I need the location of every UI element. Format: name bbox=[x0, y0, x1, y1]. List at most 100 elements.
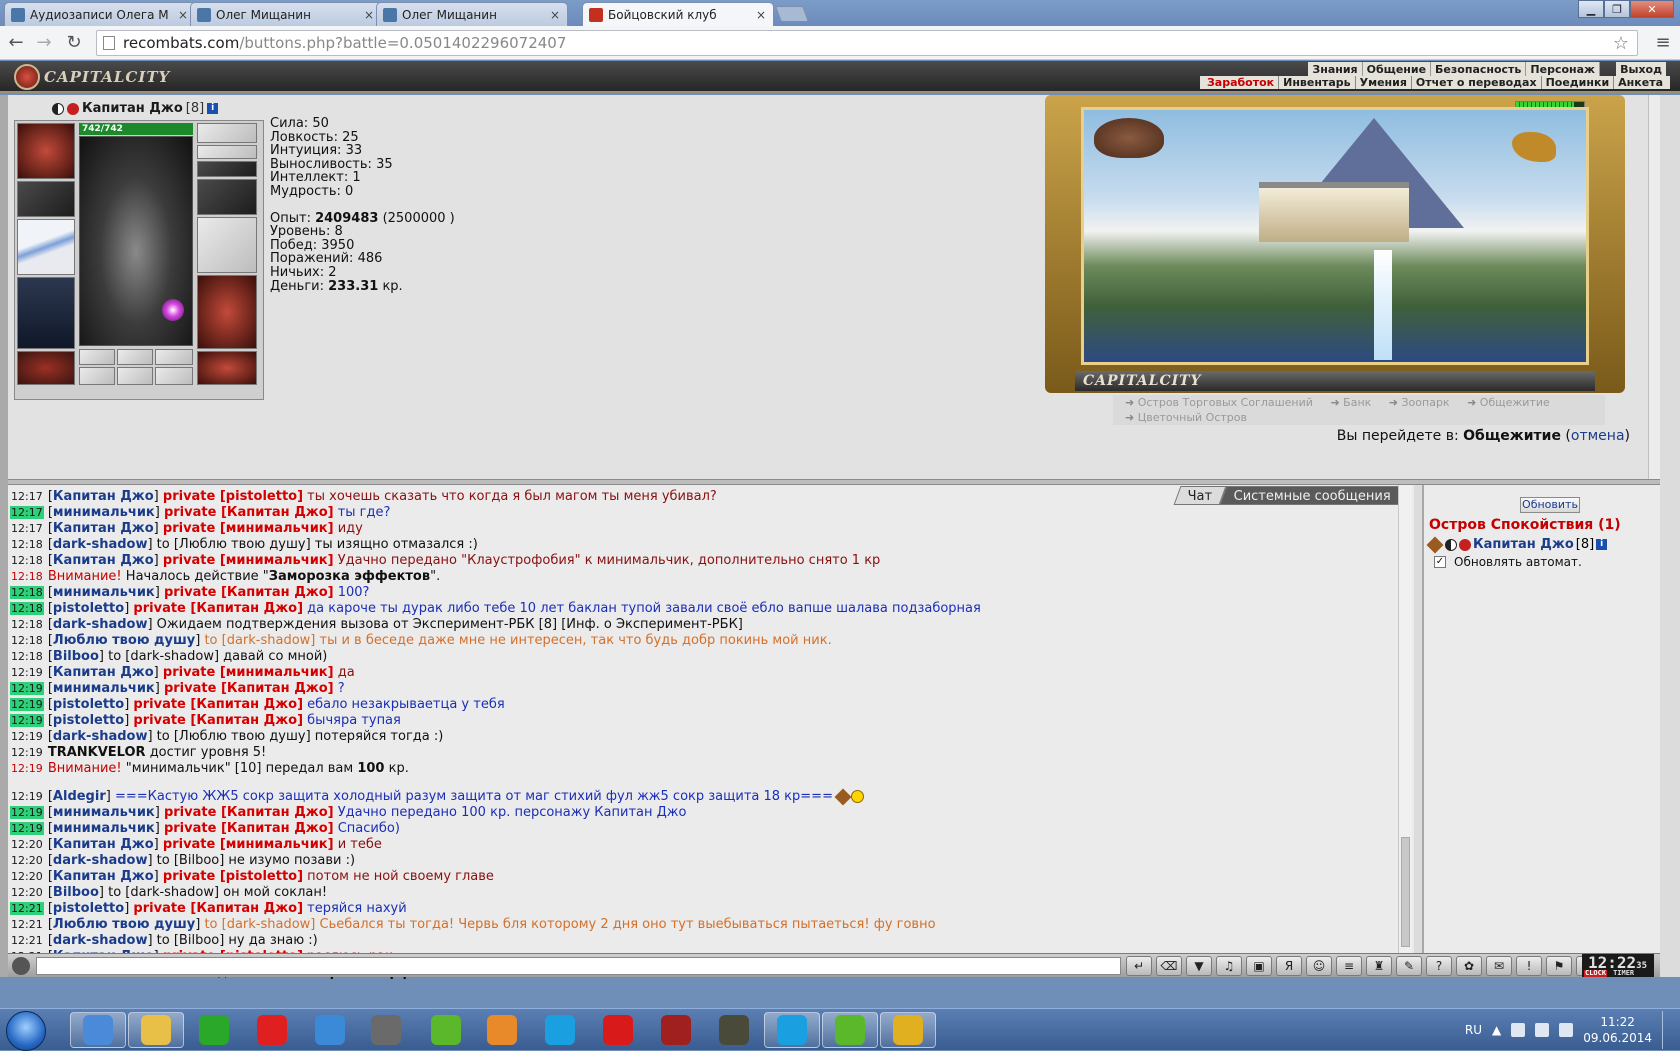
city-map-image[interactable] bbox=[1081, 107, 1589, 365]
message-time[interactable]: 12:20 bbox=[10, 886, 44, 899]
sender-nick[interactable]: минимальчик bbox=[53, 585, 155, 600]
scroll-icon[interactable]: ✎ bbox=[1396, 956, 1422, 976]
message-time[interactable]: 12:19 bbox=[10, 806, 44, 819]
exit-button[interactable]: Выход bbox=[1616, 62, 1666, 77]
sender-nick[interactable]: dark-shadow bbox=[53, 617, 148, 632]
message-time[interactable]: 12:19 bbox=[10, 698, 44, 711]
start-button[interactable] bbox=[6, 1011, 46, 1051]
bracers-slot[interactable] bbox=[17, 181, 75, 217]
message-time[interactable]: 12:18 bbox=[10, 586, 44, 599]
refresh-button[interactable]: Обновить bbox=[1520, 497, 1580, 513]
save-icon[interactable]: ▣ bbox=[1246, 956, 1272, 976]
private-tag[interactable]: private [Капитан Джо] bbox=[133, 697, 303, 712]
taskbar-app-bird[interactable] bbox=[302, 1012, 358, 1048]
panel-scrollbar[interactable] bbox=[1648, 95, 1660, 479]
restore-button[interactable]: ❐ bbox=[1604, 0, 1630, 18]
cancel-link[interactable]: отмена bbox=[1571, 428, 1625, 444]
message-time[interactable]: 12:17 bbox=[10, 522, 44, 535]
taskbar-app-utorrent[interactable] bbox=[822, 1012, 878, 1048]
filter-icon[interactable]: ▼ bbox=[1186, 956, 1212, 976]
menu-fights[interactable]: Поединки bbox=[1542, 76, 1615, 89]
message-time[interactable]: 12:17 bbox=[10, 490, 44, 503]
sender-nick[interactable]: pistoletto bbox=[53, 697, 124, 712]
private-tag[interactable]: private [Капитан Джо] bbox=[164, 821, 334, 836]
menu-communication[interactable]: Общение bbox=[1362, 62, 1432, 77]
scroll-icon[interactable]: ≡ bbox=[1336, 956, 1362, 976]
volume-icon[interactable] bbox=[1559, 1023, 1574, 1037]
menu-inventory[interactable]: Инвентарь bbox=[1279, 76, 1356, 89]
private-tag[interactable]: private [Капитан Джо] bbox=[133, 601, 303, 616]
weapon-slot[interactable] bbox=[17, 219, 75, 275]
close-tab-icon[interactable]: × bbox=[755, 8, 767, 22]
link-trade-island[interactable]: Остров Торговых Соглашений bbox=[1125, 396, 1313, 409]
forward-arrow-icon[interactable]: → bbox=[32, 31, 56, 55]
private-tag[interactable]: private [Капитан Джо] bbox=[164, 805, 334, 820]
bottle-icon[interactable]: ♜ bbox=[1366, 956, 1392, 976]
smiley-icon[interactable]: ☺ bbox=[1306, 956, 1332, 976]
bookmark-star-icon[interactable]: ☆ bbox=[1613, 33, 1629, 54]
sender-nick[interactable]: Капитан Джо bbox=[53, 837, 154, 852]
sender-nick[interactable]: dark-shadow bbox=[53, 933, 148, 948]
private-tag[interactable]: private [Капитан Джо] bbox=[164, 505, 334, 520]
message-time[interactable]: 12:18 bbox=[10, 602, 44, 615]
taskbar-app-yandex[interactable] bbox=[244, 1012, 300, 1048]
scroll-thumb[interactable] bbox=[1401, 837, 1410, 947]
link-bank[interactable]: Банк bbox=[1330, 396, 1371, 409]
sender-nick[interactable]: pistoletto bbox=[53, 901, 124, 916]
taskbar-app-explorer[interactable] bbox=[128, 1012, 184, 1048]
new-tab-button[interactable] bbox=[775, 6, 809, 22]
auto-refresh-checkbox[interactable]: ✓ bbox=[1434, 556, 1446, 568]
send-icon[interactable]: ↵ bbox=[1126, 956, 1152, 976]
taskbar-app-world-of-tanks[interactable] bbox=[706, 1012, 762, 1048]
private-tag[interactable]: private [pistoletto] bbox=[163, 489, 303, 504]
sender-nick[interactable]: dark-shadow bbox=[53, 537, 148, 552]
boots-slot[interactable] bbox=[197, 351, 257, 385]
browser-tab[interactable]: Олег Мищанин × bbox=[190, 2, 382, 26]
pet-icon[interactable]: ✿ bbox=[1456, 956, 1482, 976]
menu-profile[interactable]: Анкета bbox=[1614, 76, 1667, 89]
close-tab-icon[interactable]: × bbox=[363, 8, 375, 22]
translit-icon[interactable]: Я bbox=[1276, 956, 1302, 976]
taskbar-app-utorrent[interactable] bbox=[418, 1012, 474, 1048]
taskbar-app-a-app[interactable] bbox=[186, 1012, 242, 1048]
menu-security[interactable]: Безопасность bbox=[1431, 62, 1527, 77]
message-time[interactable]: 12:20 bbox=[10, 854, 44, 867]
message-time[interactable]: 12:19 bbox=[10, 714, 44, 727]
sender-nick[interactable]: dark-shadow bbox=[53, 853, 148, 868]
sender-nick[interactable]: минимальчик bbox=[53, 805, 155, 820]
message-time[interactable]: 12:20 bbox=[10, 838, 44, 851]
mail-icon[interactable]: ✉ bbox=[1486, 956, 1512, 976]
sender-nick[interactable]: dark-shadow bbox=[53, 729, 148, 744]
message-time[interactable]: 12:19 bbox=[10, 746, 44, 759]
address-bar[interactable]: recombats.com/buttons.php?battle=0.05014… bbox=[96, 30, 1638, 56]
private-tag[interactable]: private [минимальчик] bbox=[163, 553, 334, 568]
message-time[interactable]: 12:19 bbox=[10, 730, 44, 743]
close-tab-icon[interactable]: × bbox=[549, 8, 561, 22]
legs-slot[interactable] bbox=[197, 275, 257, 349]
network-icon[interactable] bbox=[1535, 1023, 1550, 1037]
private-tag[interactable]: private [Капитан Джо] bbox=[164, 585, 334, 600]
helmet-slot[interactable] bbox=[17, 123, 75, 179]
menu-skills[interactable]: Умения bbox=[1356, 76, 1412, 89]
rune-slot[interactable] bbox=[155, 367, 193, 385]
sender-nick[interactable]: Капитан Джо bbox=[53, 553, 154, 568]
taskbar-app-skype[interactable] bbox=[764, 1012, 820, 1048]
chat-scrollbar[interactable] bbox=[1398, 485, 1412, 953]
browser-tab[interactable]: Олег Мищанин × bbox=[376, 2, 568, 26]
message-time[interactable]: 12:19 bbox=[10, 790, 44, 803]
sender-nick[interactable]: pistoletto bbox=[53, 713, 124, 728]
info-icon[interactable]: i bbox=[1596, 539, 1608, 550]
message-time[interactable]: 12:19 bbox=[10, 822, 44, 835]
sender-nick[interactable]: Капитан Джо bbox=[53, 521, 154, 536]
link-dormitory[interactable]: Общежитие bbox=[1467, 396, 1550, 409]
armor-slot[interactable] bbox=[17, 277, 75, 349]
taskbar-app-skype[interactable] bbox=[532, 1012, 588, 1048]
tray-arrow-icon[interactable]: ▲ bbox=[1492, 1023, 1501, 1037]
private-message-icon[interactable] bbox=[1426, 536, 1444, 553]
browser-tab-active[interactable]: Бойцовский клуб × bbox=[582, 2, 774, 27]
link-flower-island[interactable]: Цветочный Остров bbox=[1125, 411, 1247, 424]
message-time[interactable]: 12:18 bbox=[10, 554, 44, 567]
flag-icon[interactable]: ⚑ bbox=[1546, 956, 1572, 976]
alert-icon[interactable]: ! bbox=[1516, 956, 1542, 976]
message-time[interactable]: 12:18 bbox=[10, 538, 44, 551]
